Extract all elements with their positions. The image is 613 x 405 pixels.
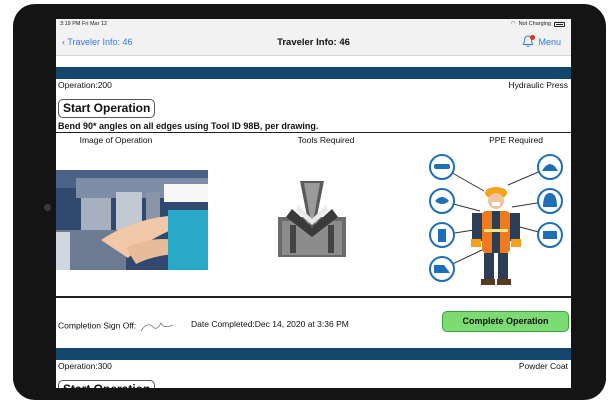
divider xyxy=(56,296,571,298)
operation-image xyxy=(56,170,208,270)
start-operation-button[interactable]: Start Operation xyxy=(58,99,156,118)
menu-label: Menu xyxy=(538,36,561,47)
signature-icon xyxy=(140,321,173,332)
section-band xyxy=(56,348,571,360)
divider xyxy=(56,132,571,133)
completion-signoff[interactable]: Completion Sign Off: xyxy=(58,319,175,333)
app-screen: 3:19 PM Fri Mar 12 ◠ Not Charging ‹ Trav… xyxy=(56,19,571,388)
operation-label: Operation:300 xyxy=(58,361,112,371)
start-operation-button[interactable]: Start Operation xyxy=(58,380,156,388)
navigation-bar: ‹ Traveler Info: 46 Traveler Info: 46 Me… xyxy=(56,29,571,56)
status-time: 3:19 PM xyxy=(60,21,81,27)
complete-operation-button[interactable]: Complete Operation xyxy=(442,311,569,332)
wifi-icon: ◠ xyxy=(510,21,516,27)
camera xyxy=(44,204,51,211)
column-header-tools: Tools Required xyxy=(297,135,355,145)
column-header-image: Image of Operation xyxy=(79,135,153,145)
page-title: Traveler Info: 46 xyxy=(277,37,350,48)
ppe-illustration xyxy=(426,149,566,289)
column-header-ppe: PPE Required xyxy=(489,135,543,145)
menu-button[interactable]: Menu xyxy=(522,35,561,48)
section-band xyxy=(56,67,571,79)
charging-status: Not Charging xyxy=(518,21,551,27)
machine-label: Hydraulic Press xyxy=(508,80,568,90)
battery-icon xyxy=(554,21,565,27)
operation-label: Operation:200 xyxy=(58,80,112,90)
date-completed: Date Completed:Dec 14, 2020 at 3:36 PM xyxy=(191,319,349,329)
operation-instructions: Bend 90* angles on all edges using Tool … xyxy=(58,121,319,131)
status-bar: 3:19 PM Fri Mar 12 ◠ Not Charging xyxy=(56,19,571,29)
machine-label: Powder Coat xyxy=(518,361,568,371)
tool-image xyxy=(268,179,356,259)
bell-icon xyxy=(522,35,536,48)
notification-dot xyxy=(530,35,536,40)
signoff-label: Completion Sign Off: xyxy=(58,320,137,331)
status-date: Fri Mar 12 xyxy=(82,21,108,27)
